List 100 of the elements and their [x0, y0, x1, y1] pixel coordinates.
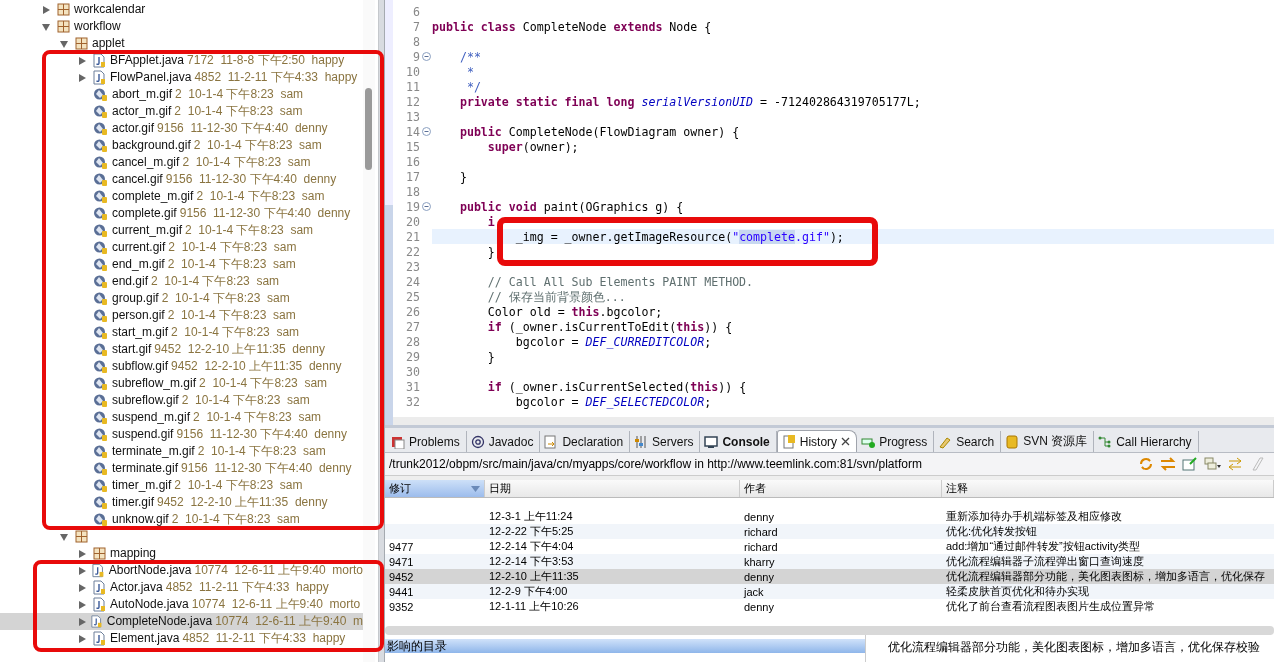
column-header[interactable]: 注释 [942, 480, 1274, 497]
expand-arrow-icon[interactable] [78, 634, 86, 643]
image-file-icon [93, 104, 108, 119]
edit-document-icon[interactable] [1182, 456, 1198, 472]
tree-item[interactable]: suspend.gif [112, 428, 174, 441]
selected-row[interactable]: 9452 12-2-10 上午11:35 denny 优化流程编辑器部分功能，美化图表图标，增加多语言，优化保存 [385, 569, 1274, 584]
view-tab[interactable]: SVN 资源库 [1001, 431, 1095, 452]
line-number: 31 [406, 379, 420, 394]
tree-item[interactable]: AbortNode.java [108, 564, 192, 577]
fold-icon[interactable] [421, 127, 431, 136]
tree-item[interactable]: current.gif [112, 241, 166, 254]
column-header[interactable]: 作者 [740, 480, 942, 497]
svn-info: 2 10-1-4 下午8:23 sam [167, 309, 296, 322]
expand-arrow-icon[interactable] [78, 549, 86, 558]
expand-arrow-icon[interactable] [78, 56, 86, 65]
view-tab[interactable]: Progress [857, 431, 935, 452]
line-number: 26 [406, 304, 420, 319]
svn-info: 2 10-1-4 下午8:23 sam [185, 224, 314, 237]
line-number: 9 [413, 49, 420, 64]
svn-info: 2 10-1-4 下午8:23 sam [171, 326, 300, 339]
tree-item[interactable]: BFApplet.java [110, 54, 185, 67]
expand-arrow-icon[interactable] [78, 566, 86, 575]
java-file-icon [93, 631, 106, 646]
view-tab[interactable]: Call Hierarchy [1094, 431, 1199, 452]
tree-item[interactable]: group.gif [112, 292, 159, 305]
view-tab[interactable]: Console [700, 431, 777, 452]
tree-item[interactable]: subreflow.gif [112, 394, 179, 407]
tree-item[interactable]: cancel_m.gif [112, 156, 180, 169]
tree-item[interactable]: FlowPanel.java [110, 71, 192, 84]
svn-info: 2 10-1-4 下午8:23 sam [174, 479, 303, 492]
tree-item[interactable]: terminate_m.gif [112, 445, 195, 458]
table-cell: 12-2-14 下午3:53 [489, 555, 574, 567]
tree-item[interactable]: subflow.gif [112, 360, 169, 373]
view-tab[interactable]: Search [934, 431, 1002, 452]
code-line: /** [458, 50, 481, 63]
tree-item[interactable]: suspend_m.gif [112, 411, 191, 424]
svn-info: 10774 12-6-11 上午9:40 morto [191, 598, 361, 611]
tree-item[interactable]: abort_m.gif [112, 88, 173, 101]
expand-arrow-icon[interactable] [78, 583, 86, 592]
code-line: i [486, 215, 495, 228]
tree-item[interactable]: complete_m.gif [112, 190, 194, 203]
tree-item[interactable]: end_m.gif [112, 258, 165, 271]
view-tab[interactable]: Declaration [540, 431, 631, 452]
tree-item[interactable]: subreflow_m.gif [112, 377, 197, 390]
tree-item[interactable]: workflow [74, 20, 121, 33]
layout-dropdown-icon[interactable] [1204, 456, 1222, 472]
svn-info: 4852 11-2-11 下午4:33 happy [165, 581, 329, 594]
view-tab[interactable]: Servers [630, 431, 701, 452]
tree-item[interactable]: actor_m.gif [112, 105, 172, 118]
collapse-arrow-icon[interactable] [60, 39, 68, 48]
tree-item[interactable]: terminate.gif [112, 462, 179, 475]
expand-arrow-icon[interactable] [42, 5, 50, 14]
tree-item[interactable]: start_m.gif [112, 326, 168, 339]
line-number: 8 [413, 34, 420, 49]
line-number: 20 [406, 214, 420, 229]
close-icon[interactable] [841, 437, 851, 446]
tree-item[interactable]: complete.gif [112, 207, 177, 220]
table-cell: richard [744, 540, 778, 553]
tree-item[interactable]: workcalendar [74, 3, 146, 16]
svn-info: 10774 12-6-11 上午9:40 m [215, 615, 363, 628]
tree-item[interactable]: timer_m.gif [112, 479, 172, 492]
column-header[interactable]: 日期 [485, 480, 740, 497]
svn-info: 2 10-1-4 下午8:23 sam [161, 292, 290, 305]
tree-item[interactable]: Element.java [110, 632, 180, 645]
collapse-arrow-icon[interactable] [60, 532, 68, 541]
view-tab[interactable]: History [776, 430, 858, 452]
fold-icon[interactable] [421, 202, 431, 211]
tree-item[interactable]: background.gif [112, 139, 191, 152]
svn-info: 4852 11-2-11 下午4:33 happy [194, 71, 358, 84]
expand-arrow-icon[interactable] [78, 617, 86, 626]
column-header[interactable]: 修订 [385, 480, 485, 497]
view-tab[interactable]: Javadoc [466, 431, 541, 452]
tree-item[interactable]: start.gif [112, 343, 152, 356]
code-line: public void paint(OGraphics g) { [458, 200, 684, 213]
code-line: bgcolor = DEF_SELECTEDCOLOR; [514, 395, 712, 408]
tree-item[interactable]: person.gif [112, 309, 165, 322]
tree-item[interactable]: actor.gif [112, 122, 155, 135]
tree-item[interactable]: Actor.java [110, 581, 163, 594]
tree-item[interactable]: end.gif [112, 275, 149, 288]
tree-item[interactable]: applet [92, 37, 125, 50]
image-file-icon [93, 274, 108, 289]
expand-arrow-icon[interactable] [78, 73, 86, 82]
tree-item[interactable]: AutoNode.java [110, 598, 189, 611]
tree-item[interactable]: CompleteNode.java [106, 615, 213, 628]
tree-item[interactable]: mapping [110, 547, 157, 560]
code-line: Color old = this.bgcolor; [486, 305, 663, 318]
tree-item[interactable]: current_m.gif [112, 224, 183, 237]
tree-item[interactable]: cancel.gif [112, 173, 163, 186]
scrollbar-thumb[interactable] [365, 88, 372, 170]
image-file-icon [93, 257, 108, 272]
fold-icon[interactable] [421, 52, 431, 61]
tree-item[interactable]: timer.gif [112, 496, 154, 509]
expand-arrow-icon[interactable] [78, 600, 86, 609]
table-cell: 优化了前台查看流程图表图片生成位置异常 [946, 600, 1155, 612]
code-line: // Call All Sub Elements PAINT METHOD. [486, 275, 754, 288]
svn-info: 2 10-1-4 下午8:23 sam [197, 445, 326, 458]
collapse-arrow-icon[interactable] [42, 22, 50, 31]
view-tab[interactable]: Problems [387, 431, 467, 452]
tree-item[interactable]: unknow.gif [112, 513, 169, 526]
image-file-icon [93, 461, 108, 476]
